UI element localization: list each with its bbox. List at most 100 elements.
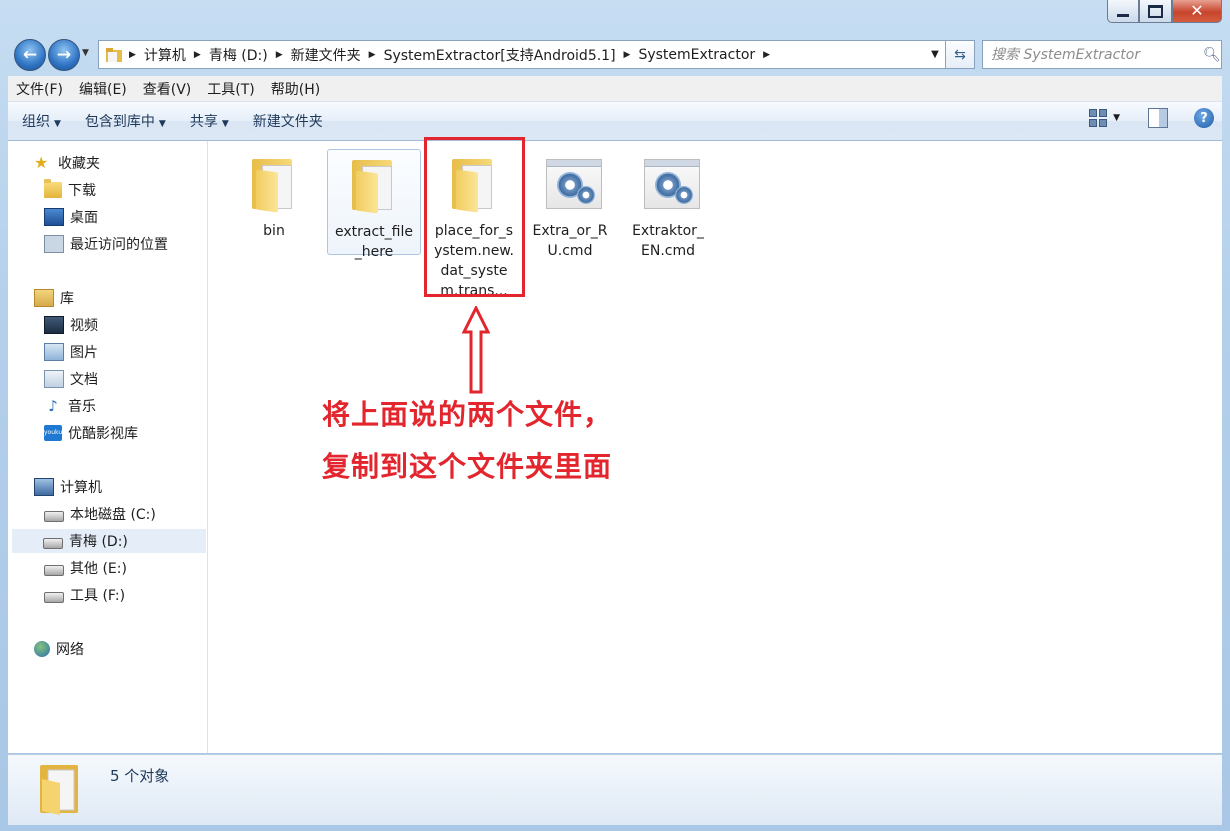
menu-view[interactable]: 查看(V) <box>135 79 200 99</box>
file-name: Extraktor_EN.cmd <box>632 223 704 259</box>
sidebar-item-label: 库 <box>60 291 74 307</box>
breadcrumb-separator[interactable]: ▶ <box>127 50 138 60</box>
preview-pane-icon[interactable] <box>1148 108 1168 128</box>
new-folder-button[interactable]: 新建文件夹 <box>241 111 335 131</box>
organize-button[interactable]: 组织 ▼ <box>8 111 73 131</box>
sidebar-item-network[interactable]: 网络 <box>34 637 84 661</box>
change-view-icon[interactable] <box>1089 109 1108 127</box>
sidebar-item-label: 本地磁盘 (C:) <box>70 507 156 523</box>
sidebar-item-label: 网络 <box>56 642 84 658</box>
chevron-down-icon: ▼ <box>54 119 61 129</box>
documents-library-icon <box>44 370 64 388</box>
navigation-pane: ★ 收藏夹 下载 桌面 最近访问的位置 库 视频 图片 文档 ♪ 音乐 youku 优… <box>8 141 208 753</box>
minimize-button[interactable] <box>1107 0 1139 23</box>
sidebar-item-computer[interactable]: 计算机 <box>34 475 102 499</box>
search-input[interactable] <box>989 45 1203 64</box>
breadcrumb-separator[interactable]: ▶ <box>274 50 285 60</box>
share-button[interactable]: 共享 ▼ <box>178 111 241 131</box>
chevron-down-icon: ▼ <box>158 119 166 129</box>
breadcrumb-separator[interactable]: ▶ <box>622 50 633 60</box>
address-bar[interactable]: ▶ 计算机 ▶ 青梅 (D:) ▶ 新建文件夹 ▶ SystemExtracto… <box>98 40 946 69</box>
search-icon[interactable]: 🔍︎ <box>1203 47 1221 63</box>
sidebar-item-drive-f[interactable]: 工具 (F:) <box>44 583 125 607</box>
sidebar-item-label: 优酷影视库 <box>68 426 138 442</box>
sidebar-item-documents[interactable]: 文档 <box>44 367 98 391</box>
menu-edit[interactable]: 编辑(E) <box>71 79 135 99</box>
back-button[interactable]: ← <box>14 39 46 71</box>
sidebar-item-label: 音乐 <box>68 399 96 415</box>
sidebar-item-label: 其他 (E:) <box>70 561 127 577</box>
file-item-extract-file-here[interactable]: extract_file_here <box>327 149 421 260</box>
file-item-extra-or-ru-cmd[interactable]: Extra_or_RU.cmd <box>524 149 616 261</box>
breadcrumb-separator[interactable]: ▶ <box>367 50 378 60</box>
view-controls: ▼ ? <box>1089 108 1214 128</box>
window-controls: ✕ <box>1107 0 1222 23</box>
breadcrumb-systemextractor-parent[interactable]: SystemExtractor[支持Android5.1] <box>378 45 622 65</box>
sidebar-item-drive-d[interactable]: 青梅 (D:) <box>12 529 206 553</box>
sidebar-item-pictures[interactable]: 图片 <box>44 340 98 364</box>
chevron-down-icon: ▼ <box>221 119 229 129</box>
sidebar-item-youku[interactable]: youku 优酷影视库 <box>44 421 138 445</box>
maximize-button[interactable] <box>1139 0 1172 23</box>
breadcrumb-new-folder[interactable]: 新建文件夹 <box>285 45 367 65</box>
youku-logo-icon: youku <box>44 425 62 441</box>
search-box[interactable]: 🔍︎ <box>982 40 1222 69</box>
breadcrumb-drive-d[interactable]: 青梅 (D:) <box>203 45 274 65</box>
breadcrumb-systemextractor[interactable]: SystemExtractor <box>632 47 761 63</box>
drive-icon <box>44 564 64 576</box>
computer-icon <box>34 478 54 496</box>
file-item-extraktor-en-cmd[interactable]: Extraktor_EN.cmd <box>622 149 714 261</box>
close-button[interactable]: ✕ <box>1172 0 1222 23</box>
music-note-icon: ♪ <box>48 397 58 415</box>
file-item-bin[interactable]: bin <box>228 149 320 241</box>
forward-arrow-icon: → <box>56 45 72 65</box>
gear-file-icon <box>640 157 700 213</box>
sidebar-item-label: 图片 <box>70 345 98 361</box>
details-pane: 5 个对象 <box>8 754 1222 825</box>
recent-places-icon <box>44 235 64 253</box>
sidebar-item-drive-e[interactable]: 其他 (E:) <box>44 556 127 580</box>
drive-icon <box>43 537 63 549</box>
address-dropdown-icon[interactable]: ▼ <box>924 49 945 60</box>
folder-icon <box>346 158 402 214</box>
sidebar-item-label: 文档 <box>70 372 98 388</box>
drive-icon <box>44 591 64 603</box>
view-options-dropdown-icon[interactable]: ▼ <box>1113 113 1120 123</box>
include-in-library-button[interactable]: 包含到库中 ▼ <box>73 111 178 131</box>
file-name: extract_file_here <box>335 224 413 260</box>
sidebar-item-label: 计算机 <box>60 480 102 496</box>
libraries-icon <box>34 289 54 307</box>
navigation-row: ← → ▼ ▶ 计算机 ▶ 青梅 (D:) ▶ 新建文件夹 ▶ SystemEx… <box>10 38 1222 71</box>
menu-bar: 文件(F) 编辑(E) 查看(V) 工具(T) 帮助(H) <box>8 76 1222 102</box>
sidebar-item-recent[interactable]: 最近访问的位置 <box>44 232 168 256</box>
video-library-icon <box>44 316 64 334</box>
share-label: 共享 <box>189 114 218 130</box>
refresh-button[interactable]: ⇆ <box>946 40 975 69</box>
refresh-icon: ⇆ <box>954 46 966 63</box>
sidebar-item-videos[interactable]: 视频 <box>44 313 98 337</box>
sidebar-item-drive-c[interactable]: 本地磁盘 (C:) <box>44 502 156 526</box>
close-icon: ✕ <box>1190 1 1204 20</box>
command-bar: 组织 ▼ 包含到库中 ▼ 共享 ▼ 新建文件夹 ▼ ? <box>8 102 1222 141</box>
breadcrumb-separator[interactable]: ▶ <box>192 50 203 60</box>
sidebar-item-label: 视频 <box>70 318 98 334</box>
sidebar-item-downloads[interactable]: 下载 <box>44 178 96 202</box>
menu-help[interactable]: 帮助(H) <box>263 79 328 99</box>
back-arrow-icon: ← <box>22 45 38 65</box>
minimize-icon <box>1117 13 1129 17</box>
desktop-icon <box>44 208 64 226</box>
folder-icon <box>40 765 78 815</box>
sidebar-item-label: 最近访问的位置 <box>70 237 168 253</box>
menu-tools[interactable]: 工具(T) <box>199 79 262 99</box>
breadcrumb-computer[interactable]: 计算机 <box>138 45 192 65</box>
recent-pages-dropdown[interactable]: ▼ <box>82 48 89 58</box>
sidebar-item-desktop[interactable]: 桌面 <box>44 205 98 229</box>
help-icon[interactable]: ? <box>1194 108 1214 128</box>
sidebar-item-favorites[interactable]: ★ 收藏夹 <box>34 151 100 175</box>
sidebar-item-music[interactable]: ♪ 音乐 <box>44 394 96 418</box>
network-globe-icon <box>34 641 50 657</box>
menu-file[interactable]: 文件(F) <box>8 79 71 99</box>
forward-button[interactable]: → <box>48 39 80 71</box>
sidebar-item-libraries[interactable]: 库 <box>34 286 74 310</box>
breadcrumb-separator[interactable]: ▶ <box>761 50 772 60</box>
